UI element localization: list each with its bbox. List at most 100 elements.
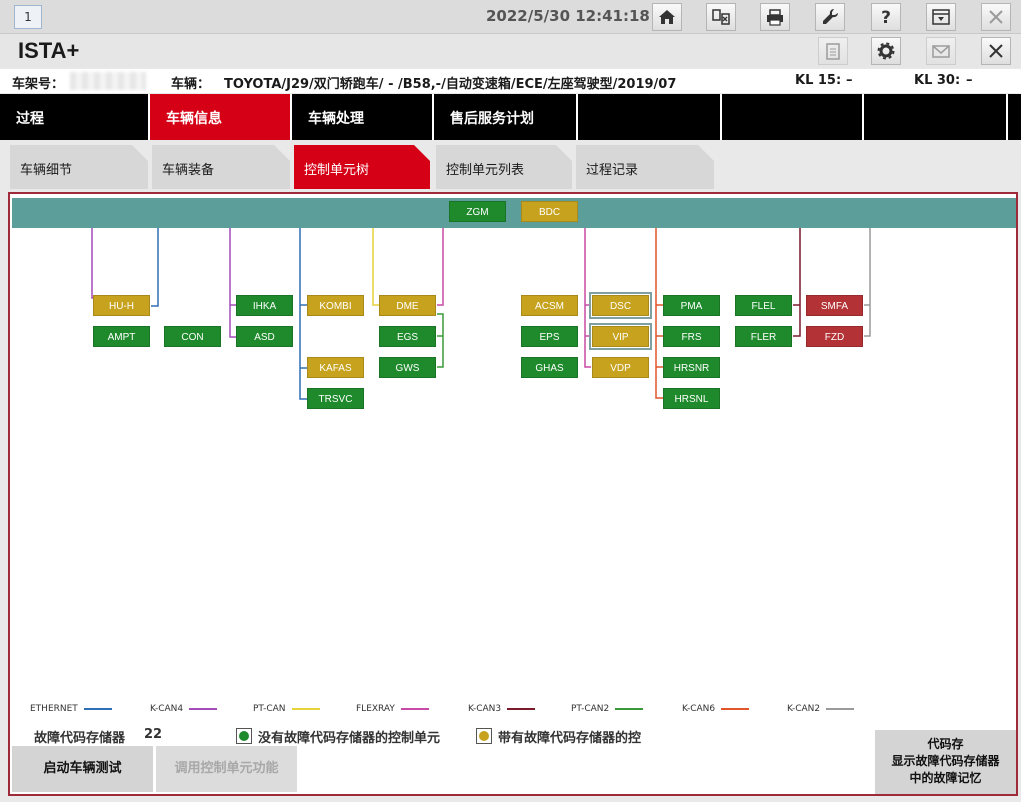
ecu-hrsnl[interactable]: HRSNL — [663, 388, 720, 409]
subtab-vehicle-details[interactable]: 车辆细节 — [10, 145, 148, 189]
fault-memory-count: 22 — [144, 727, 163, 742]
settings-button[interactable] — [871, 37, 901, 65]
legend-label: K-CAN4 — [150, 704, 184, 714]
ecu-zgm[interactable]: ZGM — [449, 201, 506, 222]
legend-kcan6: K-CAN6 — [682, 704, 750, 714]
control-unit-tree-panel: ZGM BDC HU-H AMPT CON IHKA ASD KOMBI KAF… — [8, 192, 1018, 796]
vehicle-label: 车辆： — [171, 77, 211, 92]
legend-label: K-CAN2 — [787, 704, 821, 714]
ecu-pma[interactable]: PMA — [663, 295, 720, 316]
call-control-unit-function-button[interactable]: 调用控制单元功能 — [156, 746, 297, 792]
legend-swatch — [291, 708, 320, 710]
kl15-label: KL 15: — [795, 73, 842, 88]
show-fault-memory-button[interactable]: 代码存 显示故障代码存储器 中的故障记忆 — [875, 730, 1016, 794]
fault-memory-label: 故障代码存储器 — [34, 731, 126, 746]
legend-label: K-CAN3 — [468, 704, 502, 714]
legend-swatch — [189, 708, 218, 710]
subtab-control-unit-tree[interactable]: 控制单元树 — [294, 145, 430, 189]
ecu-con[interactable]: CON — [164, 326, 221, 347]
legend-swatch — [615, 708, 644, 710]
kl30-label: KL 30: — [914, 73, 961, 88]
tab-empty-3[interactable] — [864, 94, 1006, 140]
ecu-flel[interactable]: FLEL — [735, 295, 792, 316]
tab-empty-4[interactable] — [1008, 94, 1021, 140]
home-button[interactable] — [652, 3, 682, 31]
no-fault-indicator — [236, 728, 252, 744]
vehicle-description: TOYOTA/J29/双门轿跑车/ - /B58,-/自动变速箱/ECE/左座驾… — [224, 77, 677, 92]
window-menu-button[interactable] — [926, 3, 956, 31]
ecu-ihka[interactable]: IHKA — [236, 295, 293, 316]
ecu-egs[interactable]: EGS — [379, 326, 436, 347]
ecu-acsm[interactable]: ACSM — [521, 295, 578, 316]
ecu-vdp[interactable]: VDP — [592, 357, 649, 378]
dropdown-window-icon — [932, 9, 950, 25]
clipboard-icon — [826, 43, 840, 60]
window-number-button[interactable]: 1 — [14, 5, 42, 29]
no-fault-legend-label: 没有故障代码存储器的控制单元 — [258, 731, 441, 746]
help-icon: ? — [881, 8, 891, 27]
ecu-bdc[interactable]: BDC — [521, 201, 578, 222]
close-icon — [989, 44, 1003, 58]
print-button[interactable] — [760, 3, 790, 31]
green-dot-icon — [239, 731, 249, 741]
clipboard-button[interactable] — [818, 37, 848, 65]
legend-swatch — [721, 708, 750, 710]
ecu-ampt[interactable]: AMPT — [93, 326, 150, 347]
ecu-hrsnr[interactable]: HRSNR — [663, 357, 720, 378]
subtab-vehicle-equipment[interactable]: 车辆装备 — [152, 145, 290, 189]
legend-label: FLEXRAY — [356, 704, 395, 714]
ecu-fler[interactable]: FLER — [735, 326, 792, 347]
button-text-line1: 代码存 — [927, 737, 964, 751]
legend-swatch — [826, 708, 855, 710]
compare-button[interactable] — [706, 3, 736, 31]
ecu-kombi[interactable]: KOMBI — [307, 295, 364, 316]
home-icon — [659, 10, 675, 24]
vin-value-redacted — [70, 72, 146, 90]
tab-empty-1[interactable] — [578, 94, 720, 140]
ecu-frs[interactable]: FRS — [663, 326, 720, 347]
kl30-value: – — [966, 73, 973, 88]
ecu-gws[interactable]: GWS — [379, 357, 436, 378]
legend-ptcan: PT-CAN — [253, 704, 320, 714]
close-icon — [989, 10, 1003, 24]
legend-swatch — [400, 708, 429, 710]
ecu-trsvc[interactable]: TRSVC — [307, 388, 364, 409]
tab-vehicle-info[interactable]: 车辆信息 — [150, 94, 290, 140]
app-close-button[interactable] — [981, 37, 1011, 65]
ecu-ghas[interactable]: GHAS — [521, 357, 578, 378]
mail-button[interactable] — [926, 37, 956, 65]
legend-label: PT-CAN2 — [571, 704, 610, 714]
tab-empty-2[interactable] — [722, 94, 862, 140]
legend-ethernet: ETHERNET — [30, 704, 112, 714]
settings-tool-button[interactable] — [815, 3, 845, 31]
top-close-button[interactable] — [981, 3, 1011, 31]
help-button[interactable]: ? — [871, 3, 901, 31]
button-text-line2: 显示故障代码存储器 — [891, 754, 1000, 768]
ecu-dsc[interactable]: DSC — [589, 292, 652, 319]
tab-process[interactable]: 过程 — [0, 94, 148, 140]
ecu-dme[interactable]: DME — [379, 295, 436, 316]
legend-kcan4: K-CAN4 — [150, 704, 218, 714]
yellow-dot-icon — [479, 731, 489, 741]
tab-service-plan[interactable]: 售后服务计划 — [434, 94, 576, 140]
subtab-process-log[interactable]: 过程记录 — [576, 145, 714, 189]
legend-label: PT-CAN — [253, 704, 286, 714]
vehicle-info-bar: 车架号： 车辆： TOYOTA/J29/双门轿跑车/ - /B58,-/自动变速… — [0, 69, 1021, 93]
gear-icon — [877, 42, 895, 60]
legend-swatch — [83, 708, 112, 710]
svg-text:?: ? — [881, 8, 891, 27]
ecu-hu-h[interactable]: HU-H — [93, 295, 150, 316]
subtab-control-unit-list[interactable]: 控制单元列表 — [436, 145, 572, 189]
legend-label: K-CAN6 — [682, 704, 716, 714]
start-vehicle-test-button[interactable]: 启动车辆测试 — [12, 746, 153, 792]
tab-vehicle-treatment[interactable]: 车辆处理 — [292, 94, 432, 140]
ecu-smfa[interactable]: SMFA — [806, 295, 863, 316]
ecu-fzd[interactable]: FZD — [806, 326, 863, 347]
ecu-vip[interactable]: VIP — [589, 323, 652, 350]
print-icon — [767, 9, 783, 26]
ecu-asd[interactable]: ASD — [236, 326, 293, 347]
title-bar: ISTA+ — [0, 34, 1021, 68]
ecu-eps[interactable]: EPS — [521, 326, 578, 347]
ecu-kafas[interactable]: KAFAS — [307, 357, 364, 378]
legend-kcan3: K-CAN3 — [468, 704, 536, 714]
